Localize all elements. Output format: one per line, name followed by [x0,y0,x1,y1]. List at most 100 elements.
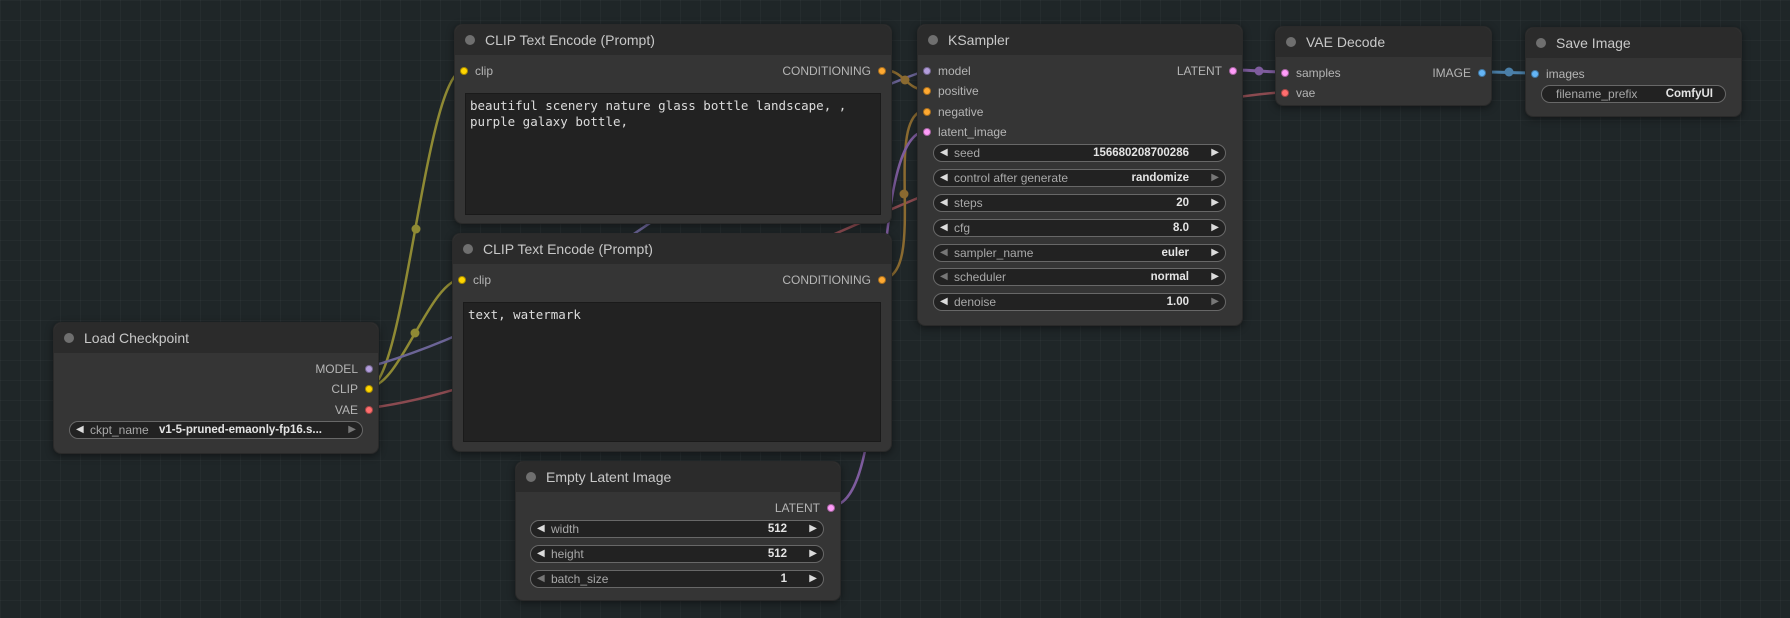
input-port-vae[interactable] [1281,89,1289,97]
collapse-dot-icon[interactable] [526,472,536,482]
node-title: Load Checkpoint [84,330,190,346]
output-port-image[interactable] [1478,69,1486,77]
output-port-latent[interactable] [1229,67,1237,75]
increment-arrow-icon[interactable]: ▶ [1211,220,1219,236]
node-title: Empty Latent Image [546,469,672,485]
collapse-dot-icon[interactable] [928,35,938,45]
decrement-arrow-icon[interactable]: ◀ [537,571,545,587]
decrement-arrow-icon[interactable]: ◀ [940,245,948,261]
node-title-bar[interactable]: CLIP Text Encode (Prompt) [455,25,891,55]
widget-filename-prefix[interactable]: filename_prefix ComfyUI [1541,85,1726,103]
widget-value[interactable]: 8.0 [1173,220,1189,236]
node-clip-text-encode-positive[interactable]: CLIP Text Encode (Prompt) clip CONDITION… [454,24,892,224]
prompt-textarea[interactable]: text, watermark [463,302,881,442]
decrement-arrow-icon[interactable]: ◀ [940,294,948,310]
widget-scheduler[interactable]: ◀ scheduler normal ▶ [933,268,1226,286]
decrement-arrow-icon[interactable]: ◀ [76,422,84,438]
node-title: Save Image [1556,35,1631,51]
widget-value[interactable]: 1.00 [1167,294,1189,310]
input-label-clip: clip [475,64,494,78]
widget-steps[interactable]: ◀ steps 20 ▶ [933,194,1226,212]
prompt-textarea[interactable]: beautiful scenery nature glass bottle la… [465,93,881,215]
widget-value[interactable]: 156680208700286 [1093,145,1189,161]
widget-value[interactable]: euler [1162,245,1190,261]
increment-arrow-icon[interactable]: ▶ [348,422,356,438]
collapse-dot-icon[interactable] [463,244,473,254]
decrement-arrow-icon[interactable]: ◀ [940,269,948,285]
widget-value[interactable]: 20 [1176,195,1189,211]
widget-label: control after generate [954,171,1069,185]
increment-arrow-icon[interactable]: ▶ [1211,245,1219,261]
decrement-arrow-icon[interactable]: ◀ [940,195,948,211]
increment-arrow-icon[interactable]: ▶ [1211,145,1219,161]
collapse-dot-icon[interactable] [64,333,74,343]
widget-value[interactable]: 1 [781,571,787,587]
widget-batch-size[interactable]: ◀ batch_size 1 ▶ [530,570,824,588]
input-port-positive[interactable] [923,87,931,95]
widget-label: steps [954,196,983,210]
decrement-arrow-icon[interactable]: ◀ [537,521,545,537]
input-port-model[interactable] [923,67,931,75]
widget-height[interactable]: ◀ height 512 ▶ [530,545,824,563]
input-port-latent-image[interactable] [923,128,931,136]
node-empty-latent-image[interactable]: Empty Latent Image LATENT ◀ width 512 ▶ ◀ he… [515,461,841,601]
node-clip-text-encode-negative[interactable]: CLIP Text Encode (Prompt) clip CONDITION… [452,233,892,452]
widget-width[interactable]: ◀ width 512 ▶ [530,520,824,538]
output-port-latent[interactable] [827,504,835,512]
node-load-checkpoint[interactable]: Load Checkpoint MODEL CLIP VAE ◀ ckpt_nam… [53,322,379,454]
widget-value[interactable]: 512 [768,546,787,562]
output-label-model: MODEL [315,362,358,376]
widget-value[interactable]: normal [1151,269,1189,285]
widget-value[interactable]: 512 [768,521,787,537]
increment-arrow-icon[interactable]: ▶ [809,571,817,587]
collapse-dot-icon[interactable] [465,35,475,45]
input-label-positive: positive [938,84,979,98]
node-title-bar[interactable]: Empty Latent Image [516,462,840,492]
decrement-arrow-icon[interactable]: ◀ [940,170,948,186]
widget-label: sampler_name [954,246,1034,260]
output-port-model[interactable] [365,365,373,373]
node-title-bar[interactable]: Save Image [1526,28,1741,58]
node-ksampler[interactable]: KSampler model LATENT positive negative … [917,24,1243,326]
wire-latent-samples-midpoint [1254,66,1264,76]
widget-cfg[interactable]: ◀ cfg 8.0 ▶ [933,219,1226,237]
widget-seed[interactable]: ◀ seed 156680208700286 ▶ [933,144,1226,162]
widget-value[interactable]: randomize [1131,170,1189,186]
output-port-vae[interactable] [365,406,373,414]
node-vae-decode[interactable]: VAE Decode samples IMAGE vae [1275,26,1492,106]
node-title-bar[interactable]: VAE Decode [1276,27,1491,57]
output-port-clip[interactable] [365,385,373,393]
input-port-samples[interactable] [1281,69,1289,77]
collapse-dot-icon[interactable] [1536,38,1546,48]
increment-arrow-icon[interactable]: ▶ [1211,170,1219,186]
decrement-arrow-icon[interactable]: ◀ [940,145,948,161]
output-port-conditioning[interactable] [878,67,886,75]
decrement-arrow-icon[interactable]: ◀ [940,220,948,236]
decrement-arrow-icon[interactable]: ◀ [537,546,545,562]
input-port-clip[interactable] [458,276,466,284]
widget-denoise[interactable]: ◀ denoise 1.00 ▶ [933,293,1226,311]
collapse-dot-icon[interactable] [1286,37,1296,47]
increment-arrow-icon[interactable]: ▶ [1211,294,1219,310]
input-label-images: images [1546,67,1585,81]
node-save-image[interactable]: Save Image images filename_prefix ComfyUI [1525,27,1742,117]
input-label-samples: samples [1296,66,1341,80]
input-port-clip[interactable] [460,67,468,75]
widget-sampler-name[interactable]: ◀ sampler_name euler ▶ [933,244,1226,262]
increment-arrow-icon[interactable]: ▶ [809,546,817,562]
increment-arrow-icon[interactable]: ▶ [1211,269,1219,285]
increment-arrow-icon[interactable]: ▶ [1211,195,1219,211]
input-port-images[interactable] [1531,70,1539,78]
node-title-bar[interactable]: KSampler [918,25,1242,55]
widget-value[interactable]: ComfyUI [1666,86,1713,102]
output-label-latent: LATENT [1176,64,1222,78]
input-port-negative[interactable] [923,108,931,116]
output-port-conditioning[interactable] [878,276,886,284]
increment-arrow-icon[interactable]: ▶ [809,521,817,537]
node-title-bar[interactable]: Load Checkpoint [54,323,378,353]
widget-ckpt-name[interactable]: ◀ ckpt_name v1-5-pruned-emaonly-fp16.s... ▶ [69,421,363,439]
output-label-conditioning: CONDITIONING [782,64,871,78]
widget-value[interactable]: v1-5-pruned-emaonly-fp16.s... [159,422,322,438]
widget-control-after-generate[interactable]: ◀ control after generate randomize ▶ [933,169,1226,187]
node-title-bar[interactable]: CLIP Text Encode (Prompt) [453,234,891,264]
